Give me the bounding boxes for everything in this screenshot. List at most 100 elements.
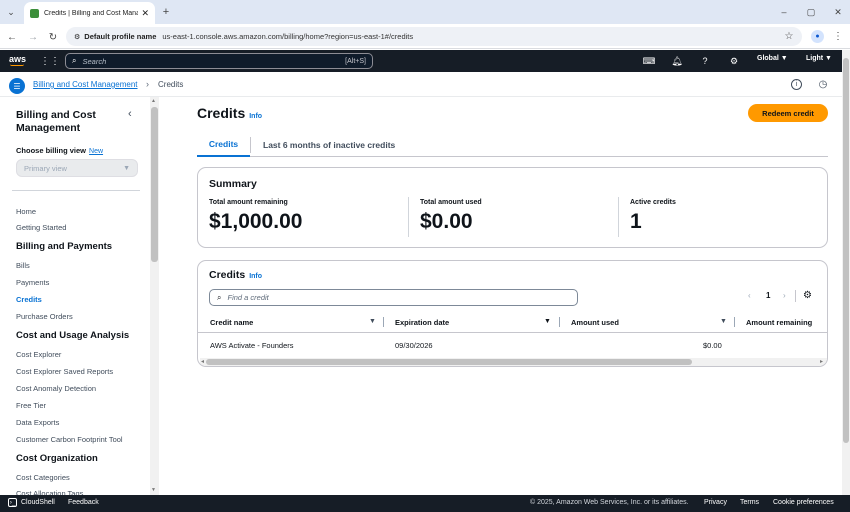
maximize-icon[interactable]: ▢ — [805, 6, 817, 18]
column-divider[interactable] — [559, 317, 560, 327]
billing-view-label-text: Choose billing view — [16, 146, 87, 155]
aws-logo[interactable]: aws — [9, 54, 26, 64]
credits-info-link[interactable]: Info — [249, 273, 262, 280]
breadcrumb-billing-link[interactable]: Billing and Cost Management — [33, 80, 138, 89]
aws-logo-smile-icon — [10, 64, 24, 66]
scroll-left-arrow-icon[interactable]: ◂ — [201, 358, 204, 365]
cookie-preferences-link[interactable]: Cookie preferences — [773, 499, 834, 506]
billing-view-new-link[interactable]: New — [89, 148, 103, 155]
sidebar-item-payments[interactable]: Payments — [16, 278, 49, 287]
table-header-divider — [198, 332, 827, 333]
reload-icon[interactable]: ↻ — [47, 31, 59, 43]
copyright-text: © 2025, Amazon Web Services, Inc. or its… — [530, 499, 689, 506]
new-tab-plus-icon[interactable]: + — [160, 6, 172, 18]
url-text[interactable]: us-east-1.console.aws.amazon.com/billing… — [162, 32, 413, 41]
terms-link[interactable]: Terms — [740, 499, 759, 506]
back-arrow-icon[interactable]: ← — [6, 31, 18, 43]
notifications-bell-icon[interactable]: 🔔︎ — [669, 53, 685, 69]
minimize-icon[interactable]: – — [778, 6, 790, 18]
cloudshell-icon[interactable]: ⌨ — [641, 53, 657, 69]
theme-selector[interactable]: Light ▼ — [806, 55, 832, 62]
sidebar-item-credits[interactable]: Credits — [16, 295, 42, 304]
column-header-amount-remaining[interactable]: Amount remaining — [746, 318, 812, 327]
browser-tab-title: Credits | Billing and Cost Mana — [44, 9, 139, 17]
services-grid-icon[interactable]: ⋮⋮ — [40, 55, 60, 67]
sidebar-section-cost-organization: Cost Organization — [16, 453, 98, 464]
forward-arrow-icon[interactable]: → — [27, 31, 39, 43]
console-search-input[interactable]: ⌕ Search [Alt+S] — [65, 53, 373, 69]
tab-search-chevron-icon[interactable]: ⌄ — [6, 7, 16, 17]
bookmark-star-icon[interactable]: ☆ — [783, 30, 795, 42]
sidebar-item-cost-anomaly-detection[interactable]: Cost Anomaly Detection — [16, 384, 96, 393]
cloudshell-footer-icon[interactable]: ›_ — [8, 498, 17, 507]
cloudshell-link[interactable]: CloudShell — [21, 499, 55, 506]
find-credit-placeholder: Find a credit — [227, 293, 269, 302]
collapse-sidebar-chevron-icon[interactable]: ‹ — [128, 108, 132, 120]
address-bar[interactable]: ⚙ Default profile name us-east-1.console… — [66, 27, 802, 46]
tab-credits[interactable]: Credits — [197, 133, 250, 157]
browser-tab-strip: ⌄ Credits | Billing and Cost Mana ✕ + – … — [0, 0, 850, 24]
close-tab-icon[interactable]: ✕ — [141, 8, 149, 19]
tab-inactive-credits[interactable]: Last 6 months of inactive credits — [263, 133, 395, 157]
browser-tab[interactable]: Credits | Billing and Cost Mana ✕ — [24, 2, 155, 24]
page-scrollbar-thumb[interactable] — [843, 58, 849, 443]
breadcrumb-current: Credits — [158, 80, 184, 89]
sidebar-item-cost-categories[interactable]: Cost Categories — [16, 473, 70, 482]
sort-caret-icon[interactable]: ▼ — [720, 318, 727, 325]
used-value: $0.00 — [420, 210, 473, 233]
previous-page-chevron-icon[interactable]: ‹ — [748, 291, 751, 300]
sidebar-item-home[interactable]: Home — [16, 207, 36, 216]
menu-hamburger-icon[interactable]: ☰ — [9, 78, 25, 94]
sidebar-item-purchase-orders[interactable]: Purchase Orders — [16, 312, 73, 321]
tab-divider — [250, 137, 251, 153]
sidebar-item-bills[interactable]: Bills — [16, 261, 30, 270]
settings-gear-icon[interactable]: ⚙ — [726, 53, 742, 69]
site-settings-icon[interactable]: ⚙ — [74, 33, 80, 41]
next-page-chevron-icon[interactable]: › — [783, 291, 786, 300]
used-label: Total amount used — [420, 199, 482, 206]
table-scrollbar-thumb[interactable] — [206, 359, 692, 365]
billing-view-label: Choose billing view New — [16, 146, 103, 155]
region-selector[interactable]: Global ▼ — [757, 55, 788, 62]
column-header-expiration-date[interactable]: Expiration date — [395, 318, 449, 327]
sidebar-scroll-up-icon[interactable]: ▲ — [151, 98, 156, 104]
column-divider[interactable] — [383, 317, 384, 327]
profile-avatar-icon[interactable]: ● — [811, 30, 824, 43]
sidebar-scrollbar-thumb[interactable] — [151, 107, 158, 262]
summary-card: Summary Total amount remaining $1,000.00… — [197, 167, 828, 248]
billing-view-select[interactable]: Primary view ▼ — [16, 159, 138, 177]
sidebar-item-free-tier[interactable]: Free Tier — [16, 401, 46, 410]
table-preferences-gear-icon[interactable]: ⚙ — [803, 290, 812, 301]
current-page-number[interactable]: 1 — [766, 291, 770, 300]
sidebar-item-cost-explorer-saved-reports[interactable]: Cost Explorer Saved Reports — [16, 367, 113, 376]
active-value: 1 — [630, 210, 642, 233]
recent-history-icon[interactable]: ◷ — [817, 78, 829, 90]
sidebar-item-cost-explorer[interactable]: Cost Explorer — [16, 350, 61, 359]
column-divider[interactable] — [734, 317, 735, 327]
privacy-link[interactable]: Privacy — [704, 499, 727, 506]
search-icon: ⌕ — [217, 292, 222, 302]
close-window-icon[interactable]: ✕ — [832, 6, 844, 18]
remaining-label: Total amount remaining — [209, 199, 288, 206]
find-credit-input[interactable]: ⌕ Find a credit — [209, 289, 578, 306]
browser-menu-icon[interactable]: ⋮ — [833, 30, 843, 42]
redeem-credit-button[interactable]: Redeem credit — [748, 104, 828, 122]
pager-divider — [795, 290, 796, 302]
page-info-link[interactable]: Info — [249, 113, 262, 120]
billing-favicon-icon — [30, 8, 39, 18]
help-icon[interactable]: ? — [697, 53, 713, 69]
sidebar-item-getting-started[interactable]: Getting Started — [16, 223, 66, 232]
column-header-amount-used[interactable]: Amount used — [571, 318, 619, 327]
profile-name: Default profile name — [84, 32, 157, 41]
sort-caret-active-icon[interactable]: ▼ — [544, 318, 551, 325]
remaining-value: $1,000.00 — [209, 210, 303, 233]
sidebar-item-customer-carbon-footprint-tool[interactable]: Customer Carbon Footprint Tool — [16, 435, 123, 444]
sort-caret-icon[interactable]: ▼ — [369, 318, 376, 325]
sidebar-item-data-exports[interactable]: Data Exports — [16, 418, 59, 427]
credits-table-card: Credits Info ⌕ Find a credit ‹ 1 › ⚙ Cred… — [197, 260, 828, 367]
sidebar-scroll-down-icon[interactable]: ▼ — [151, 487, 156, 493]
column-header-credit-name[interactable]: Credit name — [210, 318, 253, 327]
info-circle-icon[interactable]: i — [791, 79, 802, 90]
feedback-link[interactable]: Feedback — [68, 499, 99, 506]
scroll-right-arrow-icon[interactable]: ▸ — [820, 358, 823, 365]
